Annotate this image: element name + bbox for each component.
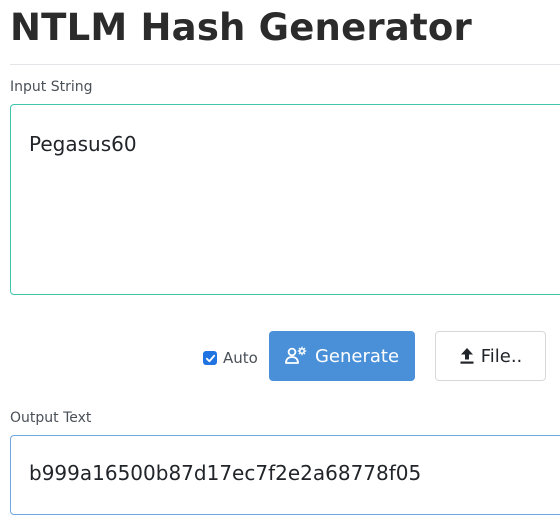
upload-icon [459,347,475,365]
generate-button-label: Generate [314,345,400,367]
checkmark-icon [205,354,215,362]
page-title: NTLM Hash Generator [10,6,472,49]
file-upload-button[interactable]: File.. [435,331,546,381]
user-gear-icon [285,346,307,366]
generate-button[interactable]: Generate [269,331,415,381]
auto-checkbox[interactable] [203,351,217,365]
auto-checkbox-group[interactable]: Auto [203,349,258,367]
input-string-textarea[interactable]: Pegasus60 [10,104,560,295]
title-divider [10,64,560,65]
output-text-area[interactable]: b999a16500b87d17ec7f2e2a68778f05 [10,435,560,515]
file-button-label: File.. [480,345,523,367]
output-text-label: Output Text [10,410,92,426]
auto-checkbox-label: Auto [223,349,258,367]
input-string-label: Input String [10,79,93,95]
